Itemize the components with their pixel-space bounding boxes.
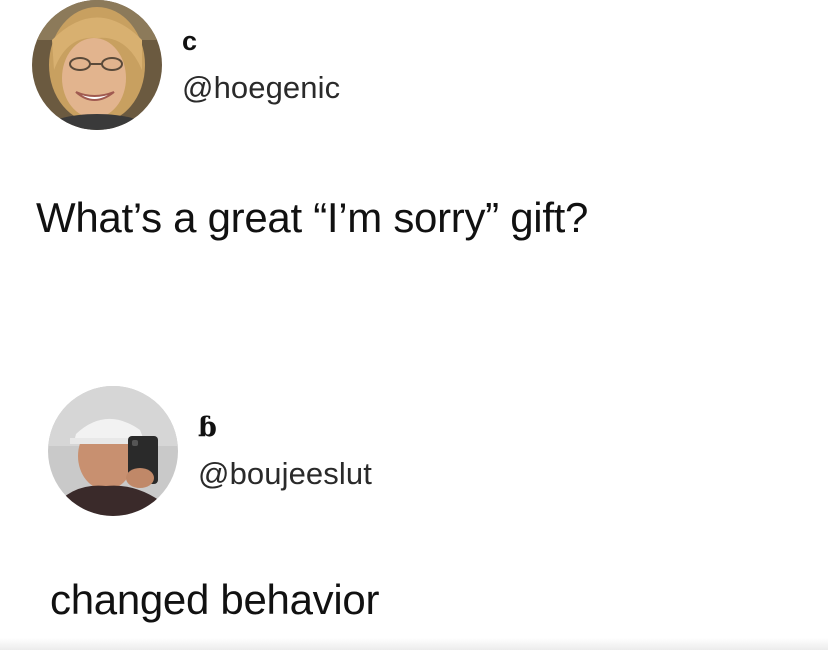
tweet: c @hoegenic What’s a great “I’m sorry” g…: [0, 0, 828, 290]
bottom-divider: [0, 638, 828, 650]
display-name[interactable]: c: [182, 26, 197, 57]
user-handle[interactable]: @boujeeslut: [198, 456, 372, 492]
tweet-text: changed behavior: [50, 576, 380, 623]
tweet: ɓ @boujeeslut changed behavior: [0, 380, 828, 650]
display-name[interactable]: ɓ: [198, 412, 217, 443]
avatar[interactable]: [48, 386, 178, 516]
avatar-photo-icon: [32, 0, 162, 130]
tweet-text: What’s a great “I’m sorry” gift?: [36, 194, 589, 241]
avatar-photo-icon: [48, 386, 178, 516]
user-handle[interactable]: @hoegenic: [182, 70, 340, 106]
avatar[interactable]: [32, 0, 162, 130]
